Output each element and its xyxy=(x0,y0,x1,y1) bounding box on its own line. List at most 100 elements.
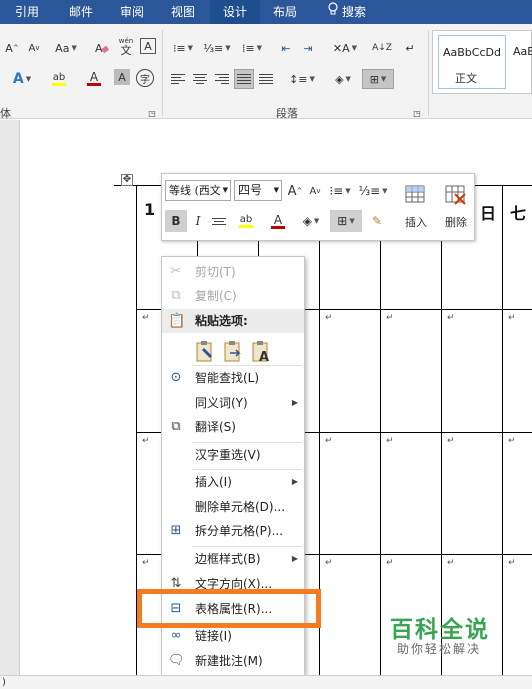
chevron-down-icon: ▼ xyxy=(222,186,228,194)
insert-button[interactable]: 插入 xyxy=(398,178,434,236)
paste-keep-source-button[interactable] xyxy=(194,339,216,363)
tab-references[interactable]: 引用 xyxy=(0,0,54,24)
shrink-font-icon: A xyxy=(28,42,36,54)
svg-text:A: A xyxy=(259,350,269,363)
menu-item-border-styles[interactable]: 边框样式(B) ▶ xyxy=(162,547,304,571)
delete-button[interactable]: 删除 xyxy=(438,178,474,236)
paragraph-mark: ↵ xyxy=(325,313,333,323)
bullets-button[interactable]: ⁝≡ ▼ xyxy=(168,38,198,58)
align-center-button[interactable] xyxy=(190,69,210,89)
search-label: 搜索 xyxy=(341,5,366,19)
paintbrush-icon: ✎ xyxy=(371,214,383,228)
menu-item-cut[interactable]: ✂ 剪切(T) xyxy=(162,260,304,284)
font-name-dropdown[interactable]: 等线 (西文 ▼ xyxy=(165,180,231,201)
menu-item-copy[interactable]: ⧉ 复制(C) xyxy=(162,284,304,308)
borders-button[interactable]: ⊞ ▼ xyxy=(330,210,362,232)
bullets-icon: ⁝≡ xyxy=(329,184,344,198)
show-marks-button[interactable]: ↵ xyxy=(400,38,420,58)
change-case-button[interactable]: Aa ▼ xyxy=(50,38,82,58)
font-name-value: 等线 (西文 xyxy=(169,184,221,197)
tab-review[interactable]: 审阅 xyxy=(108,0,156,24)
bold-button[interactable]: B xyxy=(165,210,187,232)
menu-item-label: 边框样式(B) xyxy=(195,552,261,566)
menu-item-synonyms[interactable]: 同义词(Y) ▶ xyxy=(162,391,304,415)
link-icon: ∞ xyxy=(170,628,182,643)
dialog-launcher-icon: ◳ xyxy=(148,108,156,118)
char-shading-button[interactable]: A xyxy=(114,69,130,85)
table-header-cell[interactable]: 日 xyxy=(480,200,496,224)
shading-button[interactable]: ◈ ▼ xyxy=(296,210,326,232)
font-color-button[interactable]: A xyxy=(264,210,292,232)
menu-item-smart-lookup[interactable]: ⊙ 智能查找(L) xyxy=(162,366,304,390)
enclose-char-button[interactable]: 字 xyxy=(136,69,154,87)
phonetic-guide-button[interactable]: wén 文 xyxy=(116,36,136,56)
format-painter-button[interactable]: ✎ xyxy=(366,210,388,232)
char-border-button[interactable]: A xyxy=(140,38,156,54)
paste-merge-button[interactable] xyxy=(222,339,244,363)
comment-icon: 🗨 xyxy=(168,653,185,668)
left-margin-bar xyxy=(0,120,20,675)
sort-button[interactable]: A↓Z xyxy=(370,38,394,58)
translate-icon: ⧉ xyxy=(171,419,181,434)
numbering-button[interactable]: ⅓≡ ▼ xyxy=(358,180,388,202)
clear-formatting-button[interactable]: A xyxy=(92,38,112,58)
shading-button[interactable]: ◈ ▼ xyxy=(328,69,358,89)
menu-item-delete-cells[interactable]: 删除单元格(D)... xyxy=(162,495,304,519)
style-normal-tile[interactable]: AaBbCcDd 正文 xyxy=(438,35,506,89)
paragraph-dialog-launcher[interactable]: ◳ xyxy=(412,108,422,118)
borders-button[interactable]: ⊞ ▼ xyxy=(362,69,394,89)
distributed-button[interactable] xyxy=(256,69,276,89)
numbering-button[interactable]: ⅓≡ ▼ xyxy=(202,38,232,58)
tab-mailings[interactable]: 邮件 xyxy=(54,0,108,24)
clipboard-icon: 📋 xyxy=(168,313,186,329)
justify-button[interactable] xyxy=(234,69,254,89)
highlight-color-button[interactable]: ab xyxy=(231,210,261,232)
menu-item-hanzi-reselect[interactable]: 汉字重选(V) xyxy=(162,443,304,467)
insert-label: 插入 xyxy=(405,216,427,229)
grow-font-button[interactable]: A ^ xyxy=(286,180,304,202)
line-spacing-button[interactable]: ↕≡ ▼ xyxy=(286,69,318,89)
menu-item-translate[interactable]: ⧉ 翻译(S) xyxy=(162,415,304,439)
align-right-button[interactable] xyxy=(212,69,232,89)
numbering-icon: ⅓≡ xyxy=(203,41,224,55)
paragraph-mark: ↵ xyxy=(508,313,516,323)
justify-icon xyxy=(237,72,251,86)
table-header-cell[interactable]: 七 xyxy=(510,200,526,224)
paragraph-mark: ↵ xyxy=(386,436,394,446)
menu-item-new-comment[interactable]: 🗨 新建批注(M) xyxy=(162,649,304,673)
tab-view[interactable]: 视图 xyxy=(156,0,210,24)
insert-table-icon xyxy=(405,185,425,203)
paste-text-only-button[interactable]: A xyxy=(250,339,272,365)
font-dialog-launcher[interactable]: ◳ xyxy=(147,108,157,118)
grow-font-button[interactable]: A ^ xyxy=(2,38,22,58)
table-header-cell[interactable]: 1 xyxy=(144,200,155,219)
font-color-button[interactable]: A xyxy=(80,69,108,89)
menu-item-split-cells[interactable]: ⊞ 拆分单元格(P)... xyxy=(162,519,304,543)
change-case-icon: Aa xyxy=(55,41,70,55)
menu-item-insert[interactable]: 插入(I) ▶ xyxy=(162,470,304,494)
highlight-color-button[interactable]: ab xyxy=(44,69,74,89)
search-box[interactable]: 搜索 xyxy=(318,0,376,24)
center-button[interactable] xyxy=(209,210,229,232)
shrink-font-button[interactable]: Av xyxy=(24,38,44,58)
borders-icon: ⊞ xyxy=(369,72,379,86)
multilevel-list-button[interactable]: ⁞≡ ▼ xyxy=(236,38,268,58)
paragraph-mark: ↵ xyxy=(386,558,394,568)
style-next-tile[interactable]: AaB xyxy=(511,35,532,89)
font-color-bar xyxy=(271,225,285,229)
chinese-layout-button[interactable]: ✕A ▼ xyxy=(330,38,360,58)
font-size-dropdown[interactable]: 四号 ▼ xyxy=(234,180,282,201)
align-left-button[interactable] xyxy=(168,69,188,89)
shrink-font-button[interactable]: Av xyxy=(306,180,324,202)
tab-layout[interactable]: 布局 xyxy=(260,0,310,24)
increase-indent-button[interactable]: ⇥ xyxy=(298,38,318,58)
tab-design[interactable]: 设计 xyxy=(210,0,260,24)
bullets-button[interactable]: ⁝≡ ▼ xyxy=(326,180,354,202)
italic-button[interactable]: I xyxy=(189,210,207,232)
decrease-indent-button[interactable]: ⇤ xyxy=(276,38,296,58)
menu-item-label: 同义词(Y) xyxy=(195,396,248,410)
menu-item-label: 删除单元格(D)... xyxy=(195,500,286,514)
table-move-handle[interactable]: ✥ xyxy=(121,174,133,186)
paragraph-mark-icon: ↵ xyxy=(405,41,415,55)
text-effects-button[interactable]: A ▼ xyxy=(2,69,42,89)
